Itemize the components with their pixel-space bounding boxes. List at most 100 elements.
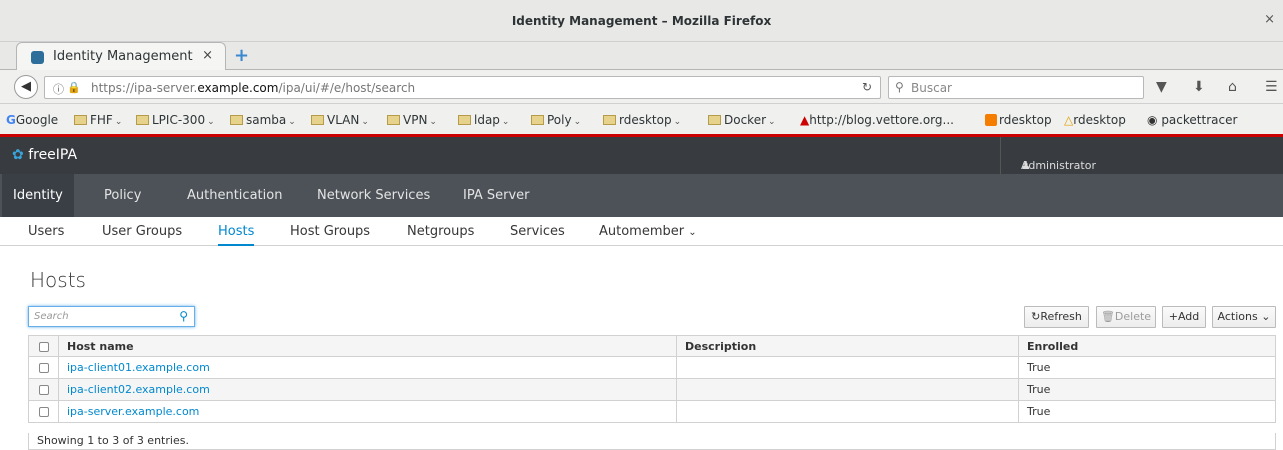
info-icon[interactable]: ⓘ [53, 81, 64, 97]
subnav-services[interactable]: Services [510, 224, 565, 239]
bookmark-google[interactable]: GGoogle [6, 113, 58, 127]
nav-authentication[interactable]: Authentication [176, 174, 293, 217]
pocket-icon[interactable]: ▼ [1156, 79, 1167, 95]
new-tab-button[interactable]: + [234, 45, 249, 66]
column-description[interactable]: Description [676, 335, 1019, 357]
host-link[interactable]: ipa-client02.example.com [67, 383, 210, 396]
subnav-host-groups[interactable]: Host Groups [290, 224, 370, 239]
nav-ipa-server[interactable]: IPA Server [452, 174, 541, 217]
table-row: ipa-client02.example.com True [28, 378, 1276, 401]
window-titlebar: Identity Management – Mozilla Firefox × [0, 0, 1283, 42]
nav-network-services[interactable]: Network Services [306, 174, 441, 217]
nav-identity[interactable]: Identity [2, 174, 74, 217]
bookmark-folder-vpn[interactable]: VPN ⌄ [387, 113, 437, 127]
subnav-netgroups[interactable]: Netgroups [407, 224, 474, 239]
search-icon[interactable]: ⚲ [179, 309, 188, 323]
bookmark-rdesktop-blogger[interactable]: rdesktop [985, 113, 1052, 127]
row-select-cell [28, 400, 59, 423]
table-row: ipa-server.example.com True [28, 400, 1276, 423]
subnav-automember[interactable]: Automember ⌄ [599, 224, 697, 239]
home-icon[interactable]: ⌂ [1228, 79, 1237, 95]
folder-icon [603, 115, 616, 125]
column-enrolled[interactable]: Enrolled [1018, 335, 1276, 357]
menu-icon[interactable]: ☰ [1265, 79, 1278, 95]
enrolled-cell: True [1018, 400, 1276, 423]
refresh-button[interactable]: ↻Refresh [1024, 306, 1089, 328]
tab-close-icon[interactable]: × [202, 48, 213, 63]
folder-icon [74, 115, 87, 125]
browser-tab-label: Identity Management [53, 49, 193, 64]
description-cell [676, 356, 1019, 379]
navigation-toolbar: ◀ ⓘ 🔒 https://ipa-server.example.com/ipa… [0, 70, 1283, 104]
user-menu[interactable]: ♟ Administrator ⌄ [1000, 137, 1283, 174]
globe-icon: ◉ [1147, 113, 1158, 127]
table-footer: Showing 1 to 3 of 3 entries. [28, 433, 1276, 450]
browser-tab[interactable]: Identity Management × [16, 42, 226, 70]
host-search-placeholder: Search [34, 311, 69, 322]
enrolled-cell: True [1018, 356, 1276, 379]
nav-policy[interactable]: Policy [93, 174, 152, 217]
url-text[interactable]: https://ipa-server.example.com/ipa/ui/#/… [91, 81, 415, 95]
bookmark-folder-lpic300[interactable]: LPIC-300 ⌄ [136, 113, 215, 127]
window-close-button[interactable]: × [1264, 12, 1275, 27]
chevron-down-icon: ⌄ [688, 227, 697, 238]
row-checkbox[interactable] [38, 407, 49, 417]
bookmark-folder-rdesktop[interactable]: rdesktop ⌄ [603, 113, 681, 127]
folder-icon [708, 115, 721, 125]
row-checkbox[interactable] [38, 385, 49, 395]
back-button[interactable]: ◀ [14, 75, 38, 99]
app-logo[interactable]: ✿ freeIPA [12, 147, 77, 163]
bookmark-folder-samba[interactable]: samba ⌄ [230, 113, 296, 127]
host-search-input[interactable]: Search ⚲ [28, 306, 195, 327]
folder-icon [531, 115, 544, 125]
chevron-down-icon: ⌄ [207, 117, 215, 127]
trash-icon: 🗑 [1100, 310, 1115, 323]
actions-button[interactable]: Actions ⌄ [1212, 306, 1276, 328]
blogger-icon [985, 114, 997, 126]
bookmark-folder-ldap[interactable]: ldap ⌄ [458, 113, 509, 127]
column-host-name[interactable]: Host name [58, 335, 677, 357]
select-all-checkbox[interactable] [38, 341, 49, 352]
row-checkbox[interactable] [38, 363, 49, 373]
chevron-down-icon: ⌄ [501, 117, 510, 127]
folder-icon [458, 115, 471, 125]
description-cell [676, 378, 1019, 401]
url-bar[interactable]: ⓘ 🔒 https://ipa-server.example.com/ipa/u… [44, 76, 881, 99]
folder-icon [136, 115, 149, 125]
folder-icon [387, 115, 400, 125]
bookmark-folder-poly[interactable]: Poly ⌄ [531, 113, 581, 127]
bookmark-vettore[interactable]: ▲http://blog.vettore.org... [800, 113, 954, 127]
reload-icon[interactable]: ↻ [862, 80, 872, 94]
vettore-icon: ▲ [800, 113, 810, 127]
host-name-cell: ipa-server.example.com [58, 400, 677, 423]
app-header: ✿ freeIPA ♟ Administrator ⌄ [0, 137, 1283, 174]
browser-search-input[interactable]: ⚲ Buscar [888, 76, 1144, 99]
user-name: Administrator [1021, 159, 1096, 172]
refresh-icon: ↻ [1031, 310, 1041, 323]
table-header-row: Host name Description Enrolled [28, 335, 1276, 357]
bookmark-rdesktop-linux[interactable]: △rdesktop [1064, 113, 1126, 127]
bookmark-packettracer[interactable]: ◉ packettracer [1147, 113, 1237, 127]
lock-icon[interactable]: 🔒 [67, 81, 81, 94]
subnav-user-groups[interactable]: User Groups [102, 224, 182, 239]
chevron-down-icon: ⌄ [673, 117, 682, 127]
bookmark-folder-docker[interactable]: Docker ⌄ [708, 113, 776, 127]
delete-button[interactable]: 🗑Delete [1096, 306, 1156, 328]
row-select-cell [28, 356, 59, 379]
primary-nav: Identity Policy Authentication Network S… [0, 174, 1283, 217]
host-name-cell: ipa-client01.example.com [58, 356, 677, 379]
subnav-hosts[interactable]: Hosts [218, 224, 255, 246]
add-button[interactable]: +Add [1162, 306, 1206, 328]
tab-strip: Identity Management × + [0, 42, 1283, 70]
folder-icon [230, 115, 243, 125]
google-icon: G [6, 113, 16, 127]
chevron-down-icon: ⌄ [1261, 310, 1271, 323]
bookmark-folder-fhf[interactable]: FHF ⌄ [74, 113, 122, 127]
bookmark-folder-vlan[interactable]: VLAN ⌄ [311, 113, 369, 127]
host-link[interactable]: ipa-server.example.com [67, 405, 199, 418]
chevron-down-icon: ⌄ [114, 117, 123, 127]
host-link[interactable]: ipa-client01.example.com [67, 361, 210, 374]
downloads-icon[interactable]: ⬇ [1193, 79, 1205, 95]
subnav-users[interactable]: Users [28, 224, 64, 239]
freeipa-logo-icon: ✿ [12, 147, 24, 163]
